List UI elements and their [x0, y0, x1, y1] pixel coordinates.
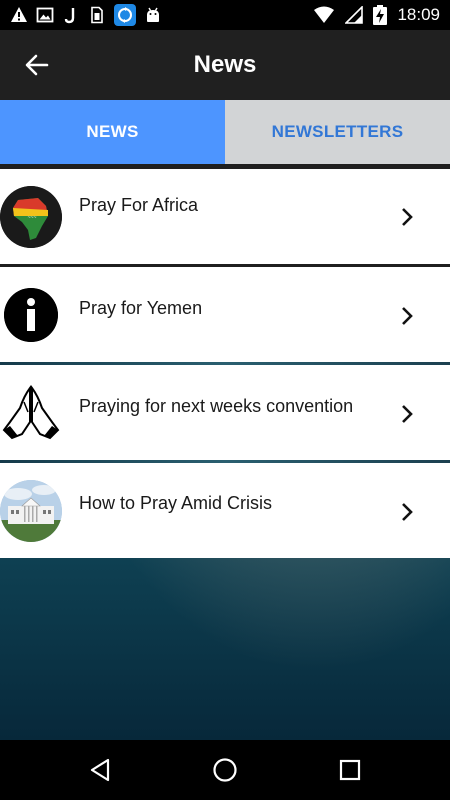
- chevron-right-icon: [402, 307, 413, 325]
- praying-hands-icon: [0, 381, 62, 444]
- tab-news[interactable]: NEWS: [0, 100, 225, 164]
- sim-card-icon: [88, 6, 106, 24]
- home-circle-icon: [213, 758, 237, 782]
- news-item-title: Praying for next weeks convention: [79, 396, 354, 416]
- white-house-image: [0, 479, 62, 542]
- tab-bar: NEWS NEWSLETTERS: [0, 100, 450, 164]
- info-icon: [4, 287, 58, 342]
- arrow-left-icon: [25, 54, 49, 76]
- sync-app-icon: [114, 4, 136, 26]
- news-item-title: Pray For Africa: [79, 195, 199, 215]
- recents-square-icon: [339, 759, 361, 781]
- warning-icon: [10, 6, 28, 24]
- system-nav-bar: [0, 740, 450, 800]
- chevron-right-icon: [402, 405, 413, 423]
- news-item[interactable]: ~~~ Pray For Africa: [0, 169, 450, 264]
- android-icon: [144, 6, 162, 24]
- back-triangle-icon: [90, 758, 110, 782]
- nav-home-button[interactable]: [210, 755, 240, 785]
- app-bar: News: [0, 30, 450, 100]
- signal-icon: [345, 6, 364, 24]
- back-button[interactable]: [20, 50, 54, 80]
- nav-recents-button[interactable]: [335, 755, 365, 785]
- news-item[interactable]: Pray for Yemen: [0, 267, 450, 362]
- news-item[interactable]: How to Pray Amid Crisis: [0, 463, 450, 558]
- battery-charging-icon: [373, 5, 388, 25]
- notification-icons: [10, 4, 162, 26]
- svg-text:~~~: ~~~: [28, 215, 37, 221]
- page-title: News: [193, 51, 257, 78]
- nav-back-button[interactable]: [86, 755, 116, 785]
- chevron-right-icon: [402, 503, 413, 521]
- clock: 18:09: [397, 5, 440, 24]
- status-bar: 18:09: [0, 0, 450, 30]
- africa-map-icon: ~~~: [0, 185, 62, 248]
- tab-newsletters[interactable]: NEWSLETTERS: [225, 100, 450, 164]
- image-icon: [36, 6, 54, 24]
- news-item-title: How to Pray Amid Crisis: [79, 493, 273, 513]
- system-icons: 18:09: [313, 5, 440, 25]
- news-item-title: Pray for Yemen: [79, 298, 203, 318]
- chevron-right-icon: [402, 208, 413, 226]
- j-app-icon: [62, 6, 80, 24]
- news-item[interactable]: Praying for next weeks convention: [0, 365, 450, 460]
- wifi-icon: [313, 6, 335, 24]
- news-list[interactable]: ~~~ Pray For Africa Pray for Yemen Prayi…: [0, 164, 450, 740]
